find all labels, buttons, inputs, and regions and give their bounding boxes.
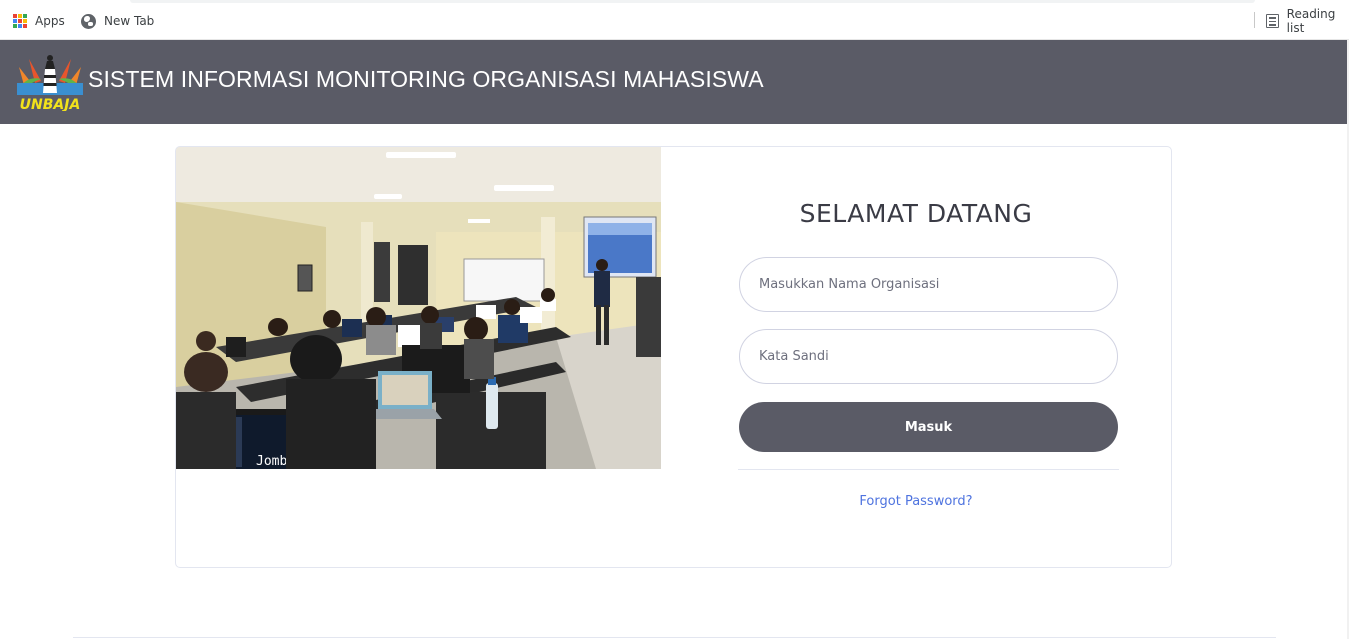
bookmarks-bar: Apps New Tab Reading list (0, 0, 1349, 40)
organization-name-input[interactable] (739, 257, 1118, 312)
bookmark-new-tab-label: New Tab (104, 14, 155, 28)
unbaja-logo: UNBAJA (17, 55, 83, 111)
app-header: UNBAJA SISTEM INFORMASI MONITORING ORGAN… (0, 40, 1349, 124)
apps-grid-icon (13, 14, 27, 28)
omnibox-edge (130, 0, 1255, 3)
globe-icon (81, 13, 96, 29)
svg-text:UNBAJA: UNBAJA (20, 97, 81, 111)
forgot-password-link[interactable]: Forgot Password? (661, 494, 1171, 509)
login-button[interactable]: Masuk (739, 402, 1118, 452)
welcome-heading: SELAMAT DATANG (799, 199, 1033, 228)
form-divider (738, 469, 1119, 470)
login-card: Jomblo SELAMAT DATANG Masuk Forgot Passw… (175, 146, 1172, 568)
reading-list-label: Reading list (1286, 7, 1336, 35)
reading-list-button[interactable]: Reading list (1266, 7, 1349, 35)
bookmark-new-tab[interactable]: New Tab (81, 12, 154, 30)
reading-list-icon (1266, 14, 1279, 28)
footer-divider (73, 637, 1276, 638)
bookmark-apps-label: Apps (35, 14, 65, 28)
login-form: SELAMAT DATANG Masuk Forgot Password? (661, 147, 1171, 567)
password-input[interactable] (739, 329, 1118, 384)
classroom-photo: Jomblo (176, 147, 661, 469)
bookmark-apps[interactable]: Apps (13, 12, 65, 30)
bookmarks-separator (1254, 12, 1255, 28)
page-title: SISTEM INFORMASI MONITORING ORGANISASI M… (88, 66, 764, 92)
